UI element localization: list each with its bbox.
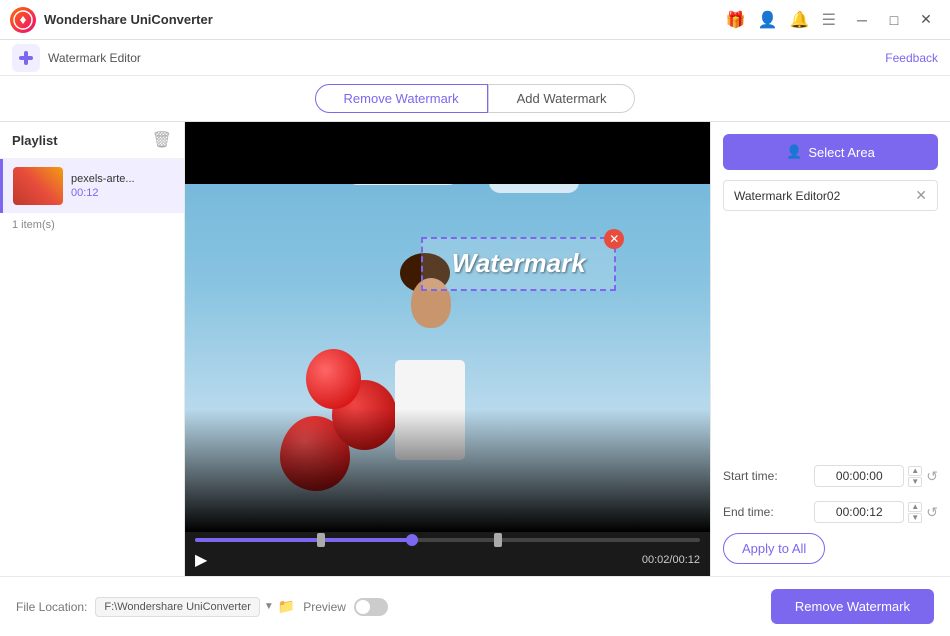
start-time-arrows: ▲ ▼ (908, 466, 922, 487)
tab-remove-watermark[interactable]: Remove Watermark (315, 84, 488, 113)
watermark-tag-close[interactable]: ✕ (915, 187, 927, 204)
title-bar-left: Wondershare UniConverter (10, 7, 213, 33)
video-scene: Watermark ✕ (185, 122, 710, 532)
select-area-icon: 👤 (786, 144, 802, 160)
gift-icon[interactable]: 🎁 (726, 10, 746, 30)
apply-to-all-button[interactable]: Apply to All (723, 533, 825, 564)
end-time-down[interactable]: ▼ (908, 513, 922, 523)
progress-thumb[interactable] (406, 534, 418, 546)
progress-handle-left[interactable] (317, 533, 325, 547)
controls-row: ▶ 00:02/00:12 (195, 550, 700, 570)
watermark-text: Watermark (452, 248, 586, 279)
start-time-up[interactable]: ▲ (908, 466, 922, 476)
end-time-label: End time: (723, 505, 774, 519)
close-button[interactable]: ✕ (912, 6, 940, 34)
title-bar-controls: 🎁 👤 🔔 ☰ ─ □ ✕ (726, 6, 940, 34)
preview-label: Preview (303, 600, 346, 614)
tab-bar: Remove Watermark Add Watermark (0, 76, 950, 122)
item-name: pexels-arte... (71, 173, 135, 185)
progress-fill (195, 538, 412, 542)
end-time-up[interactable]: ▲ (908, 502, 922, 512)
play-button[interactable]: ▶ (195, 550, 207, 570)
menu-icon[interactable]: ☰ (822, 10, 836, 30)
end-time-row: End time: ▲ ▼ ↺ (723, 501, 938, 523)
start-time-input-group: ▲ ▼ ↺ (814, 465, 938, 487)
app-title: Wondershare UniConverter (44, 12, 213, 27)
main-content: Playlist 🗑 pexels-arte... 00:12 1 item(s… (0, 122, 950, 576)
playlist-item[interactable]: pexels-arte... 00:12 (0, 159, 184, 213)
file-path-dropdown-arrow[interactable]: ▼ (264, 601, 274, 612)
item-info: pexels-arte... 00:12 (71, 173, 135, 199)
toggle-knob (356, 600, 370, 614)
end-time-arrows: ▲ ▼ (908, 502, 922, 523)
playlist-label: Playlist (12, 133, 58, 148)
video-controls: ▶ 00:02/00:12 (185, 532, 710, 576)
start-time-row: Start time: ▲ ▼ ↺ (723, 465, 938, 487)
watermark-tag-name: Watermark Editor02 (734, 189, 840, 203)
delete-icon[interactable]: 🗑 (152, 130, 172, 150)
bottom-left: File Location: F:\Wondershare UniConvert… (16, 597, 388, 617)
video-wrapper: Watermark ✕ (185, 122, 710, 532)
start-time-refresh[interactable]: ↺ (926, 468, 938, 485)
dark-top-overlay (185, 122, 710, 184)
balloon3 (306, 349, 361, 409)
right-panel: 👤 Select Area Watermark Editor02 ✕ Start… (710, 122, 950, 576)
end-time-input[interactable] (814, 501, 904, 523)
start-time-down[interactable]: ▼ (908, 477, 922, 487)
maximize-button[interactable]: □ (880, 6, 908, 34)
sidebar-top: Playlist 🗑 (0, 122, 184, 159)
video-thumbnail (13, 167, 63, 205)
watermark-selection-box[interactable]: Watermark ✕ (421, 237, 616, 291)
item-duration: 00:12 (71, 187, 135, 199)
folder-icon[interactable]: 📁 (278, 598, 295, 615)
spacer (723, 221, 938, 451)
app-logo (10, 7, 36, 33)
tab-add-watermark[interactable]: Add Watermark (488, 84, 636, 113)
end-time-refresh[interactable]: ↺ (926, 504, 938, 521)
select-area-button[interactable]: 👤 Select Area (723, 134, 938, 170)
remove-watermark-button[interactable]: Remove Watermark (771, 589, 934, 624)
watermark-tag: Watermark Editor02 ✕ (723, 180, 938, 211)
center-area: Watermark ✕ ▶ 00:02/00:12 (185, 122, 710, 576)
window-controls: ─ □ ✕ (848, 6, 940, 34)
progress-handle-right[interactable] (494, 533, 502, 547)
user-icon[interactable]: 👤 (758, 10, 778, 30)
subtitle-text: Watermark Editor (48, 51, 141, 65)
file-path-group: F:\Wondershare UniConverter ▼ 📁 (95, 597, 295, 617)
end-time-input-group: ▲ ▼ ↺ (814, 501, 938, 523)
subtitle-bar: Watermark Editor Feedback (0, 40, 950, 76)
start-time-input[interactable] (814, 465, 904, 487)
file-path-value: F:\Wondershare UniConverter (95, 597, 260, 617)
sidebar: Playlist 🗑 pexels-arte... 00:12 1 item(s… (0, 122, 185, 576)
bottom-bar: File Location: F:\Wondershare UniConvert… (0, 576, 950, 636)
add-file-button[interactable] (12, 44, 40, 72)
bell-icon[interactable]: 🔔 (790, 10, 810, 30)
title-bar: Wondershare UniConverter 🎁 👤 🔔 ☰ ─ □ ✕ (0, 0, 950, 40)
dark-bottom-overlay (185, 409, 710, 532)
file-location-label: File Location: (16, 600, 87, 614)
preview-toggle[interactable] (354, 598, 388, 616)
item-count: 1 item(s) (0, 213, 184, 237)
time-display: 00:02/00:12 (642, 554, 700, 566)
start-time-label: Start time: (723, 469, 778, 483)
watermark-close-icon[interactable]: ✕ (604, 229, 624, 249)
minimize-button[interactable]: ─ (848, 6, 876, 34)
progress-bar[interactable] (195, 538, 700, 542)
feedback-link[interactable]: Feedback (885, 51, 938, 65)
